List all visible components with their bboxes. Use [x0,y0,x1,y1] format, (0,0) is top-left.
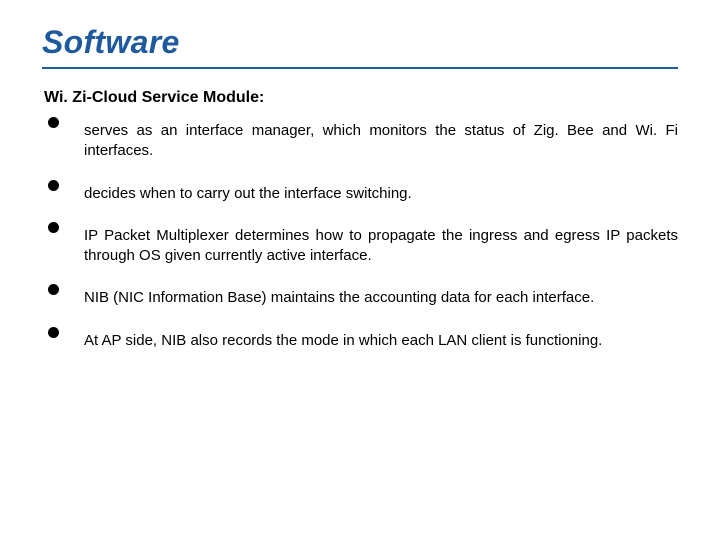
list-item: decides when to carry out the interface … [42,184,678,204]
page-title: Software [42,24,678,61]
slide: Software Wi. Zi-Cloud Service Module: se… [0,0,720,540]
subtitle: Wi. Zi-Cloud Service Module: [44,89,678,107]
list-item: serves as an interface manager, which mo… [42,121,678,162]
title-underline [42,67,678,69]
bullet-list: serves as an interface manager, which mo… [42,121,678,351]
list-item: IP Packet Multiplexer determines how to … [42,226,678,267]
list-item: NIB (NIC Information Base) maintains the… [42,288,678,308]
list-item: At AP side, NIB also records the mode in… [42,331,678,351]
